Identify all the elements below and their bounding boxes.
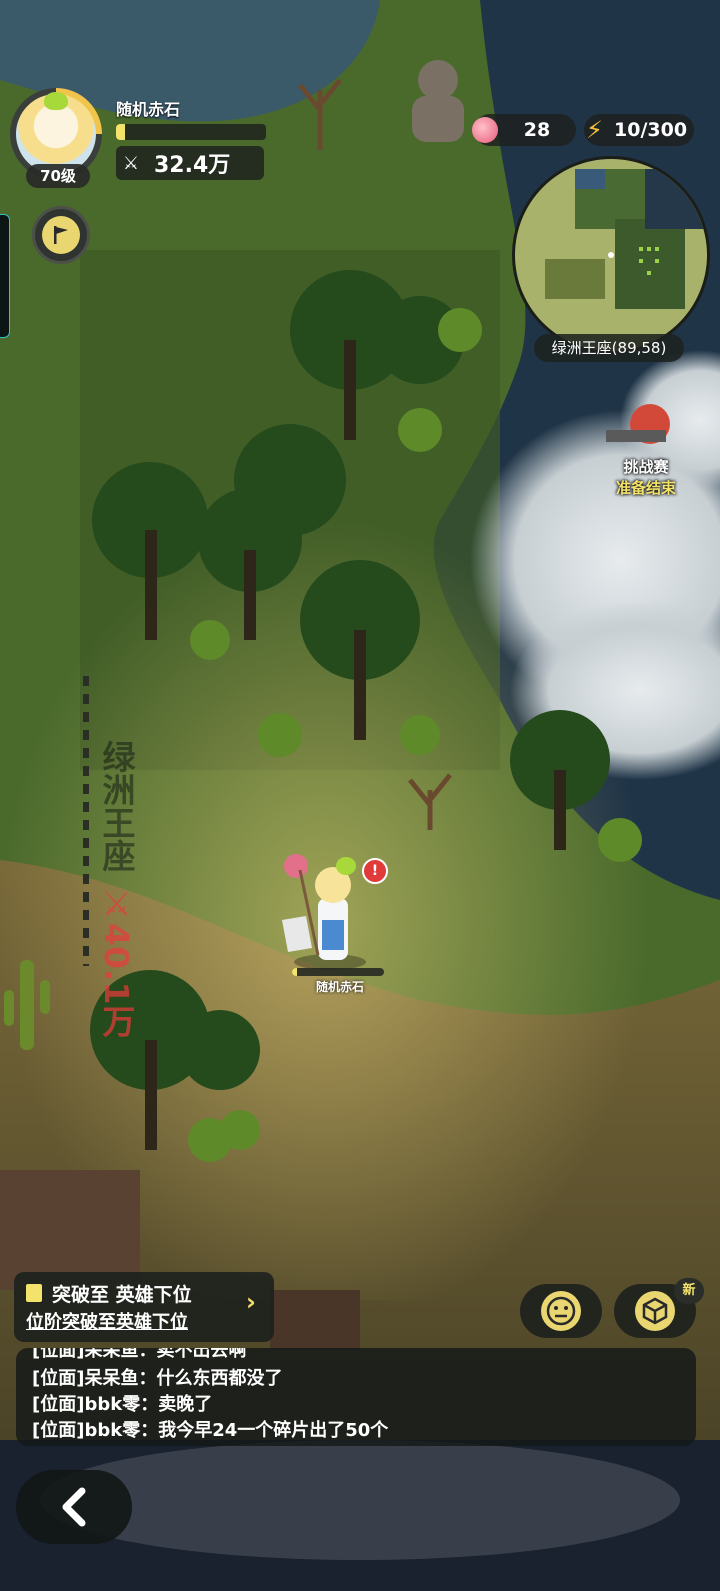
clipboard-icon <box>26 1284 42 1302</box>
box-icon <box>635 1291 675 1331</box>
peach-icon <box>472 117 498 143</box>
challenge-title: 挑战赛 <box>623 458 669 476</box>
chat-panel[interactable]: [位面]呆呆鱼：卖不出去啊 [位面]呆呆鱼：什么东西都没了 [位面]bbk零：卖… <box>16 1348 696 1446</box>
side-drawer-tab[interactable] <box>0 214 10 338</box>
territory-power: ⚔40.1万 <box>97 883 136 1037</box>
energy-count: 10/300 <box>614 119 688 141</box>
crossed-swords-icon: ⚔ <box>122 152 140 174</box>
player-power: ⚔ 32.4万 <box>116 146 264 180</box>
quest-description: 位阶突破至英雄下位 <box>26 1312 188 1333</box>
territory-name: 绿洲王座 <box>97 740 136 872</box>
character-hp-fill <box>292 968 297 976</box>
peach-resource[interactable]: 28 <box>472 114 576 146</box>
minimap-image <box>515 159 707 351</box>
energy-resource[interactable]: ⚡ 10/300 <box>584 114 694 146</box>
chat-message: [位面]bbk零：卖晚了 <box>32 1394 213 1415</box>
slime-hat-icon <box>44 92 68 110</box>
back-button[interactable] <box>16 1470 132 1544</box>
chat-message: [位面]bbk零：我今早24一个碎片出了50个 <box>32 1420 389 1441</box>
chevron-left-icon <box>62 1487 86 1527</box>
territory-label: 绿洲王座 ⚔40.1万 <box>92 740 140 1037</box>
emoji-button[interactable] <box>520 1284 602 1338</box>
challenge-status: 准备结束 <box>615 479 676 497</box>
avatar <box>16 92 96 174</box>
xp-bar-fill <box>116 124 125 140</box>
lightning-icon: ⚡ <box>586 116 603 144</box>
player-name: 随机赤石 <box>116 100 181 119</box>
smiley-icon <box>541 1291 581 1331</box>
chevron-right-icon: › <box>246 1288 256 1316</box>
territory-power-value: 40.1万 <box>97 922 136 1037</box>
character-hp-bar <box>292 968 384 976</box>
character-name: 随机赤石 <box>315 980 364 994</box>
xp-bar <box>116 124 266 140</box>
peach-count: 28 <box>523 119 551 141</box>
minimap[interactable] <box>512 156 710 354</box>
challenge-event-button[interactable]: 挑战赛 准备结束 <box>598 398 694 498</box>
alert-badge[interactable]: ! <box>362 858 388 884</box>
flag-icon <box>42 216 80 254</box>
flag-button[interactable] <box>32 206 90 264</box>
chat-message: [位面]呆呆鱼：什么东西都没了 <box>32 1368 283 1389</box>
statue <box>412 60 464 142</box>
player-power-value: 32.4万 <box>154 153 231 178</box>
level-badge: 70级 <box>26 164 90 188</box>
game-scene: 70级 随机赤石 ⚔ 32.4万 28 ⚡ 10/300 绿洲王座(89,58)… <box>0 0 720 1591</box>
quest-banner[interactable]: 突破至 英雄下位 位阶突破至英雄下位 › <box>14 1272 274 1342</box>
new-badge: 新 <box>674 1278 704 1304</box>
chat-message: [位面]呆呆鱼：卖不出去啊 <box>32 1348 247 1361</box>
quest-title: 突破至 英雄下位 <box>52 1284 192 1306</box>
minimap-location: 绿洲王座(89,58) <box>534 334 684 362</box>
